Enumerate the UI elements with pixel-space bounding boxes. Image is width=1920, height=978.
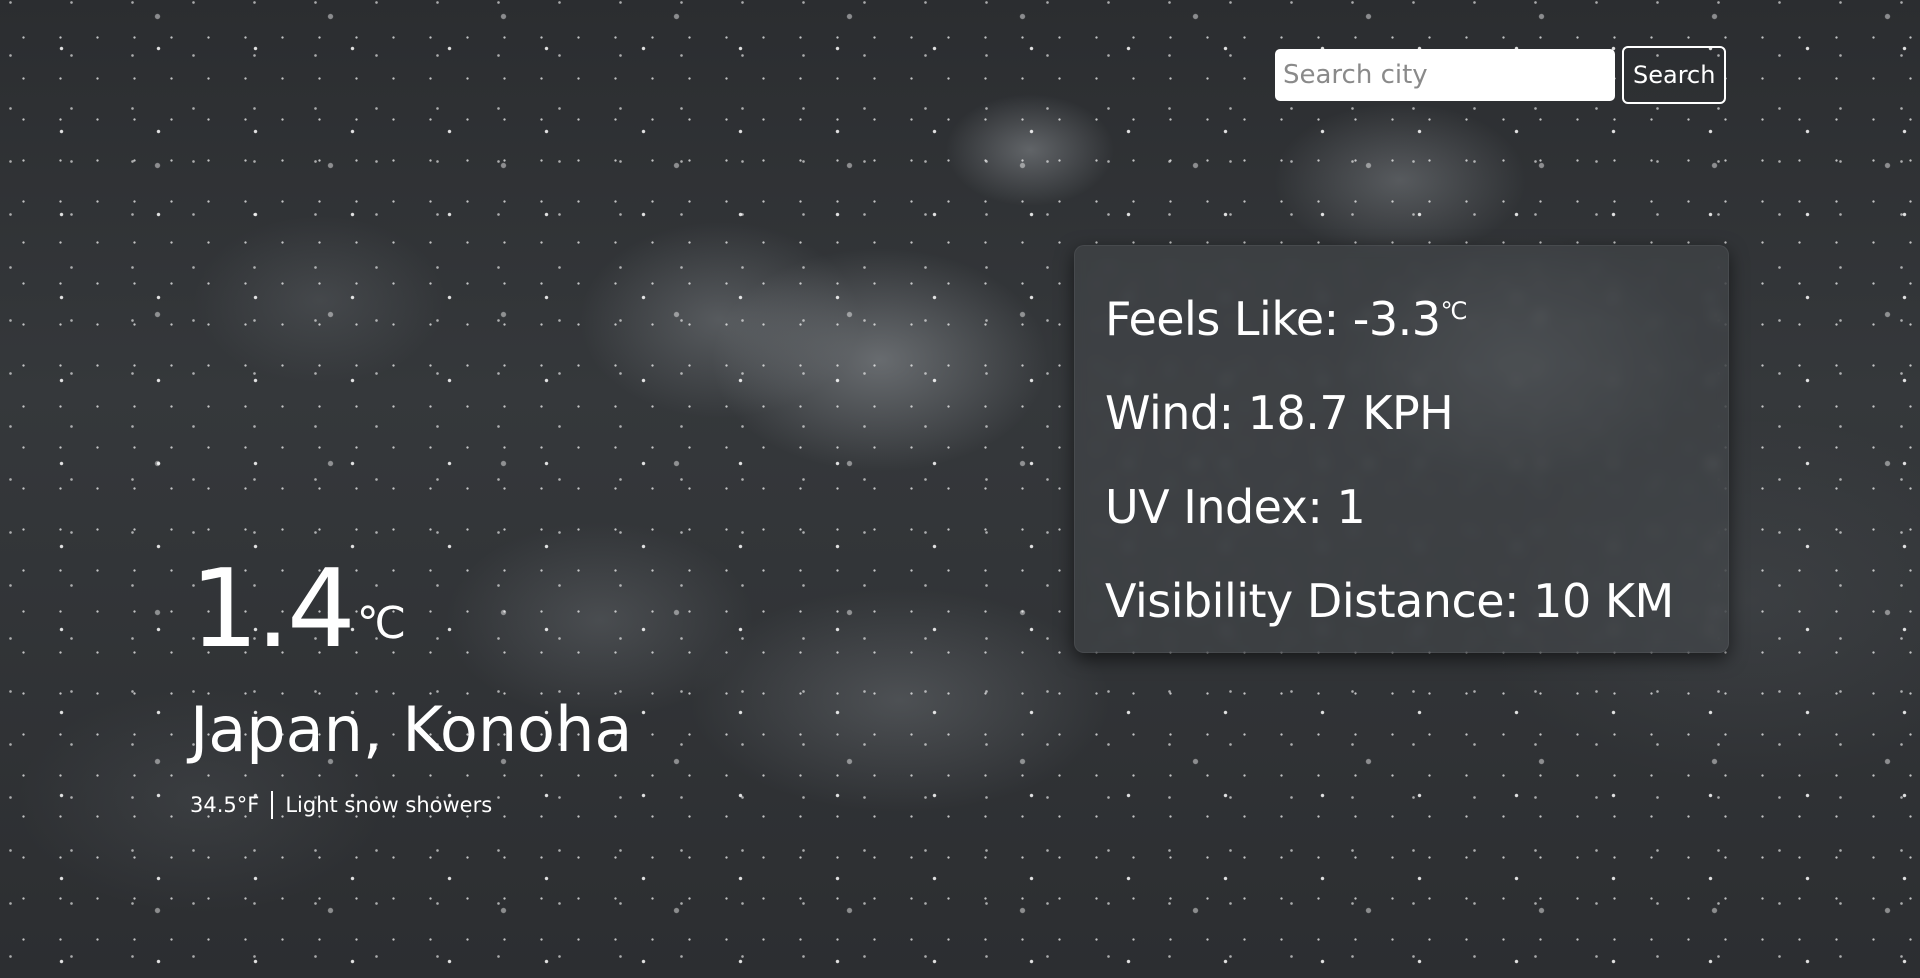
visibility-label: Visibility Distance: [1105, 574, 1520, 628]
feels-like-unit: ℃ [1440, 297, 1468, 325]
weather-details-card: Feels Like: -3.3℃ Wind: 18.7 KPH UV Inde… [1074, 245, 1729, 653]
search-button[interactable]: Search [1622, 46, 1727, 104]
temperature-value: 1.4 [190, 547, 356, 672]
wind-row: Wind: 18.7 KPH [1105, 366, 1698, 460]
uv-index-value: 1 [1336, 480, 1366, 534]
visibility-value: 10 KM [1533, 574, 1674, 628]
weather-meta: 34.5°F Light snow showers [190, 791, 632, 819]
location-name: Japan, Konoha [190, 693, 633, 766]
meta-divider [271, 791, 274, 819]
fahrenheit-temperature: 34.5°F [190, 793, 260, 817]
feels-like-label: Feels Like: [1105, 292, 1339, 346]
search-bar: Search [1275, 46, 1727, 104]
uv-index-row: UV Index: 1 [1105, 460, 1698, 554]
current-temperature: 1.4℃ [190, 555, 632, 665]
feels-like-value: -3.3 [1352, 292, 1441, 346]
feels-like-row: Feels Like: -3.3℃ [1105, 272, 1698, 366]
weather-condition: Light snow showers [285, 793, 493, 817]
current-weather: 1.4℃ Japan, Konoha 34.5°F Light snow sho… [190, 555, 632, 819]
wind-value: 18.7 KPH [1247, 386, 1454, 440]
visibility-row: Visibility Distance: 10 KM [1105, 554, 1698, 648]
wind-label: Wind: [1105, 386, 1234, 440]
search-input[interactable] [1275, 49, 1615, 101]
temperature-unit: ℃ [356, 598, 406, 649]
uv-index-label: UV Index: [1105, 480, 1323, 534]
